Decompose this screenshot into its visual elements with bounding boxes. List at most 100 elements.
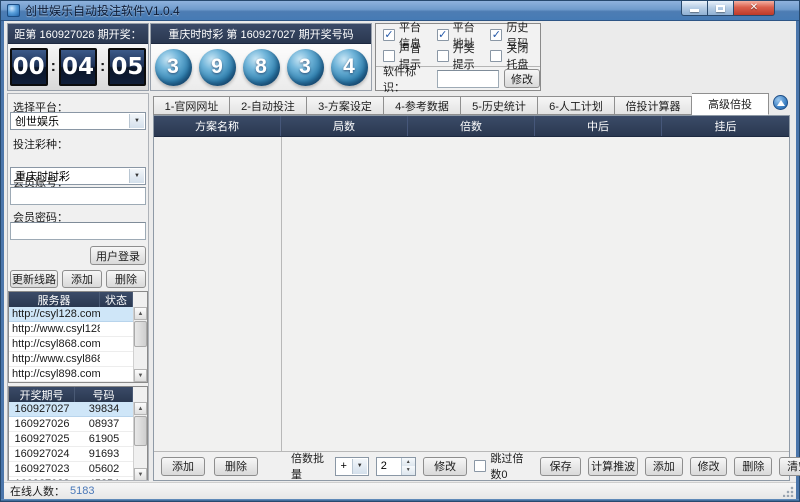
lottery-label: 投注彩种： bbox=[13, 136, 68, 152]
server-row[interactable]: http://csyl128.com bbox=[9, 307, 133, 322]
minimize-button[interactable] bbox=[681, 1, 708, 16]
tab-advanced-multiplier[interactable]: 高级倍投 bbox=[692, 93, 769, 115]
window-title: 创世娱乐自动投注软件V1.0.4 bbox=[25, 2, 180, 19]
lottery-ball: 4 bbox=[331, 49, 368, 86]
skip-zero-label: 跳过倍数0 bbox=[490, 450, 533, 482]
login-button[interactable]: 用户登录 bbox=[90, 246, 146, 265]
tab-multiplier-calculator[interactable]: 倍投计算器 bbox=[615, 96, 692, 115]
server-row[interactable]: http://www.csyl128.co... bbox=[9, 322, 133, 337]
plan-table-body[interactable] bbox=[154, 137, 789, 451]
clear-button[interactable]: 清空 bbox=[779, 457, 800, 476]
platform-value: 创世娱乐 bbox=[15, 113, 59, 129]
clock-colon: : bbox=[100, 58, 105, 76]
draw-row[interactable]: 16092702305602 bbox=[9, 462, 133, 477]
window-controls: ✕ bbox=[681, 1, 775, 16]
spinner-down-icon[interactable]: ▼ bbox=[402, 466, 415, 475]
chevron-down-icon: ▼ bbox=[129, 114, 144, 128]
column-header: 号码 bbox=[75, 387, 133, 402]
scrollbar-corner bbox=[133, 292, 147, 307]
client-area: 距第 160927028 期开奖： 00 : 04 : 05 重庆时时彩 第 1… bbox=[4, 21, 796, 482]
checkbox-platform-address[interactable]: ✓ bbox=[437, 29, 449, 41]
plan-table: 方案名称 局数 倍数 中后 挂后 添加 删除 倍数批量 bbox=[153, 115, 790, 481]
tab-reference-data[interactable]: 4-参考数据 bbox=[384, 96, 461, 115]
delete-plan-button[interactable]: 删除 bbox=[214, 457, 258, 476]
tab-auto-bet[interactable]: 2-自动投注 bbox=[230, 96, 307, 115]
delete-row-button[interactable]: 删除 bbox=[734, 457, 772, 476]
sidebar: 选择平台： 创世娱乐 ▼ 投注彩种： 重庆时时彩 ▼ 会员账号： 会员密码： 用… bbox=[7, 93, 149, 481]
software-id-modify-button[interactable]: 修改 bbox=[504, 69, 540, 88]
scroll-up-icon[interactable]: ▲ bbox=[134, 402, 147, 415]
draw-row[interactable]: 16092702608937 bbox=[9, 417, 133, 432]
tab-history-stats[interactable]: 5-历史统计 bbox=[461, 96, 538, 115]
add-plan-button[interactable]: 添加 bbox=[161, 457, 205, 476]
checkbox-close-tray[interactable]: ✓ bbox=[490, 50, 502, 62]
calc-push-button[interactable]: 计算推波 bbox=[588, 457, 638, 476]
draw-row[interactable]: 16092702739834 bbox=[9, 402, 133, 417]
scrollbar-thumb[interactable] bbox=[134, 416, 147, 446]
server-row[interactable]: http://csyl868.com bbox=[9, 337, 133, 352]
countdown-minutes: 04 bbox=[59, 48, 97, 86]
scroll-up-icon[interactable]: ▲ bbox=[134, 307, 147, 320]
column-header: 方案名称 bbox=[154, 116, 281, 136]
checkbox-sound-alert[interactable]: ✓ bbox=[383, 50, 395, 62]
checkbox-platform-info[interactable]: ✓ bbox=[383, 29, 395, 41]
skip-zero-checkbox[interactable]: ✓ bbox=[474, 460, 486, 472]
column-header: 倍数 bbox=[408, 116, 535, 136]
app-icon bbox=[7, 4, 20, 17]
countdown-clock: 00 : 04 : 05 bbox=[8, 44, 148, 90]
online-count-value: 5183 bbox=[70, 485, 94, 497]
checkbox-draw-alert[interactable]: ✓ bbox=[437, 50, 449, 62]
save-button[interactable]: 保存 bbox=[540, 457, 581, 476]
tab-plan-setting[interactable]: 3-方案设定 bbox=[307, 96, 384, 115]
scrollbar-thumb[interactable] bbox=[134, 321, 147, 347]
tab-official-url[interactable]: 1-官网网址 bbox=[153, 96, 230, 115]
update-lines-button[interactable]: 更新线路 bbox=[10, 270, 58, 288]
tab-manual-plan[interactable]: 6-人工计划 bbox=[538, 96, 615, 115]
draw-history-table: 开奖期号 号码 16092702739834 16092702608937 16… bbox=[8, 386, 148, 480]
spinner-up-icon[interactable]: ▲ bbox=[402, 458, 415, 467]
draw-row[interactable]: 16092702245254 bbox=[9, 477, 133, 480]
draw-history-header: 开奖期号 号码 bbox=[9, 387, 147, 402]
app-window: 创世娱乐自动投注软件V1.0.4 ✕ 距第 160927028 期开奖： 00 … bbox=[0, 0, 800, 502]
spinner-arrows: ▲ ▼ bbox=[401, 458, 415, 475]
multiplier-controls: 倍数批量 + ▼ 2 ▲ ▼ 修改 ✓ bbox=[281, 450, 800, 482]
checkbox-label: 开奖提示 bbox=[453, 40, 477, 72]
draw-row[interactable]: 16092702561905 bbox=[9, 432, 133, 447]
maximize-icon bbox=[716, 5, 725, 12]
maximize-button[interactable] bbox=[708, 1, 734, 16]
scrollbar-corner bbox=[133, 387, 147, 402]
server-scrollbar[interactable]: ▲ ▼ bbox=[133, 307, 147, 382]
column-header: 中后 bbox=[535, 116, 662, 136]
column-header: 局数 bbox=[281, 116, 408, 136]
resize-grip-icon[interactable] bbox=[783, 486, 794, 497]
column-header: 开奖期号 bbox=[9, 387, 75, 402]
draw-panel: 重庆时时彩 第 160927027 期开奖号码 3 9 8 3 4 bbox=[150, 23, 372, 91]
batch-modify-button[interactable]: 修改 bbox=[423, 457, 468, 476]
platform-select[interactable]: 创世娱乐 ▼ bbox=[10, 112, 146, 130]
modify-row-button[interactable]: 修改 bbox=[690, 457, 728, 476]
window-frame-bottom bbox=[1, 499, 799, 501]
checkbox-history-numbers[interactable]: ✓ bbox=[490, 29, 502, 41]
operator-select[interactable]: + ▼ bbox=[335, 457, 368, 476]
server-table-header: 服务器 状态 bbox=[9, 292, 147, 307]
software-id-row: 软件标识： 修改 bbox=[376, 66, 540, 90]
draw-history-scrollbar[interactable]: ▲ ▼ bbox=[133, 402, 147, 480]
password-input[interactable] bbox=[10, 222, 146, 240]
add-row-button[interactable]: 添加 bbox=[645, 457, 683, 476]
account-input[interactable] bbox=[10, 187, 146, 205]
draw-row[interactable]: 16092702491693 bbox=[9, 447, 133, 462]
plan-buttons: 添加 删除 bbox=[154, 457, 281, 476]
server-row[interactable]: http://www.csyl868.co... bbox=[9, 352, 133, 367]
step-spinner[interactable]: 2 ▲ ▼ bbox=[376, 457, 416, 476]
batch-multiplier-label: 倍数批量 bbox=[291, 450, 328, 482]
close-button[interactable]: ✕ bbox=[734, 1, 775, 16]
delete-line-button[interactable]: 删除 bbox=[106, 270, 146, 288]
scroll-top-icon[interactable] bbox=[773, 95, 788, 110]
checkbox-label: 关闭托盘 bbox=[506, 40, 530, 72]
countdown-panel: 距第 160927028 期开奖： 00 : 04 : 05 bbox=[7, 23, 149, 91]
server-row[interactable]: http://csyl898.com bbox=[9, 367, 133, 382]
scroll-down-icon[interactable]: ▼ bbox=[134, 468, 147, 480]
scroll-down-icon[interactable]: ▼ bbox=[134, 369, 147, 382]
software-id-input[interactable] bbox=[437, 70, 499, 88]
add-line-button[interactable]: 添加 bbox=[62, 270, 102, 288]
